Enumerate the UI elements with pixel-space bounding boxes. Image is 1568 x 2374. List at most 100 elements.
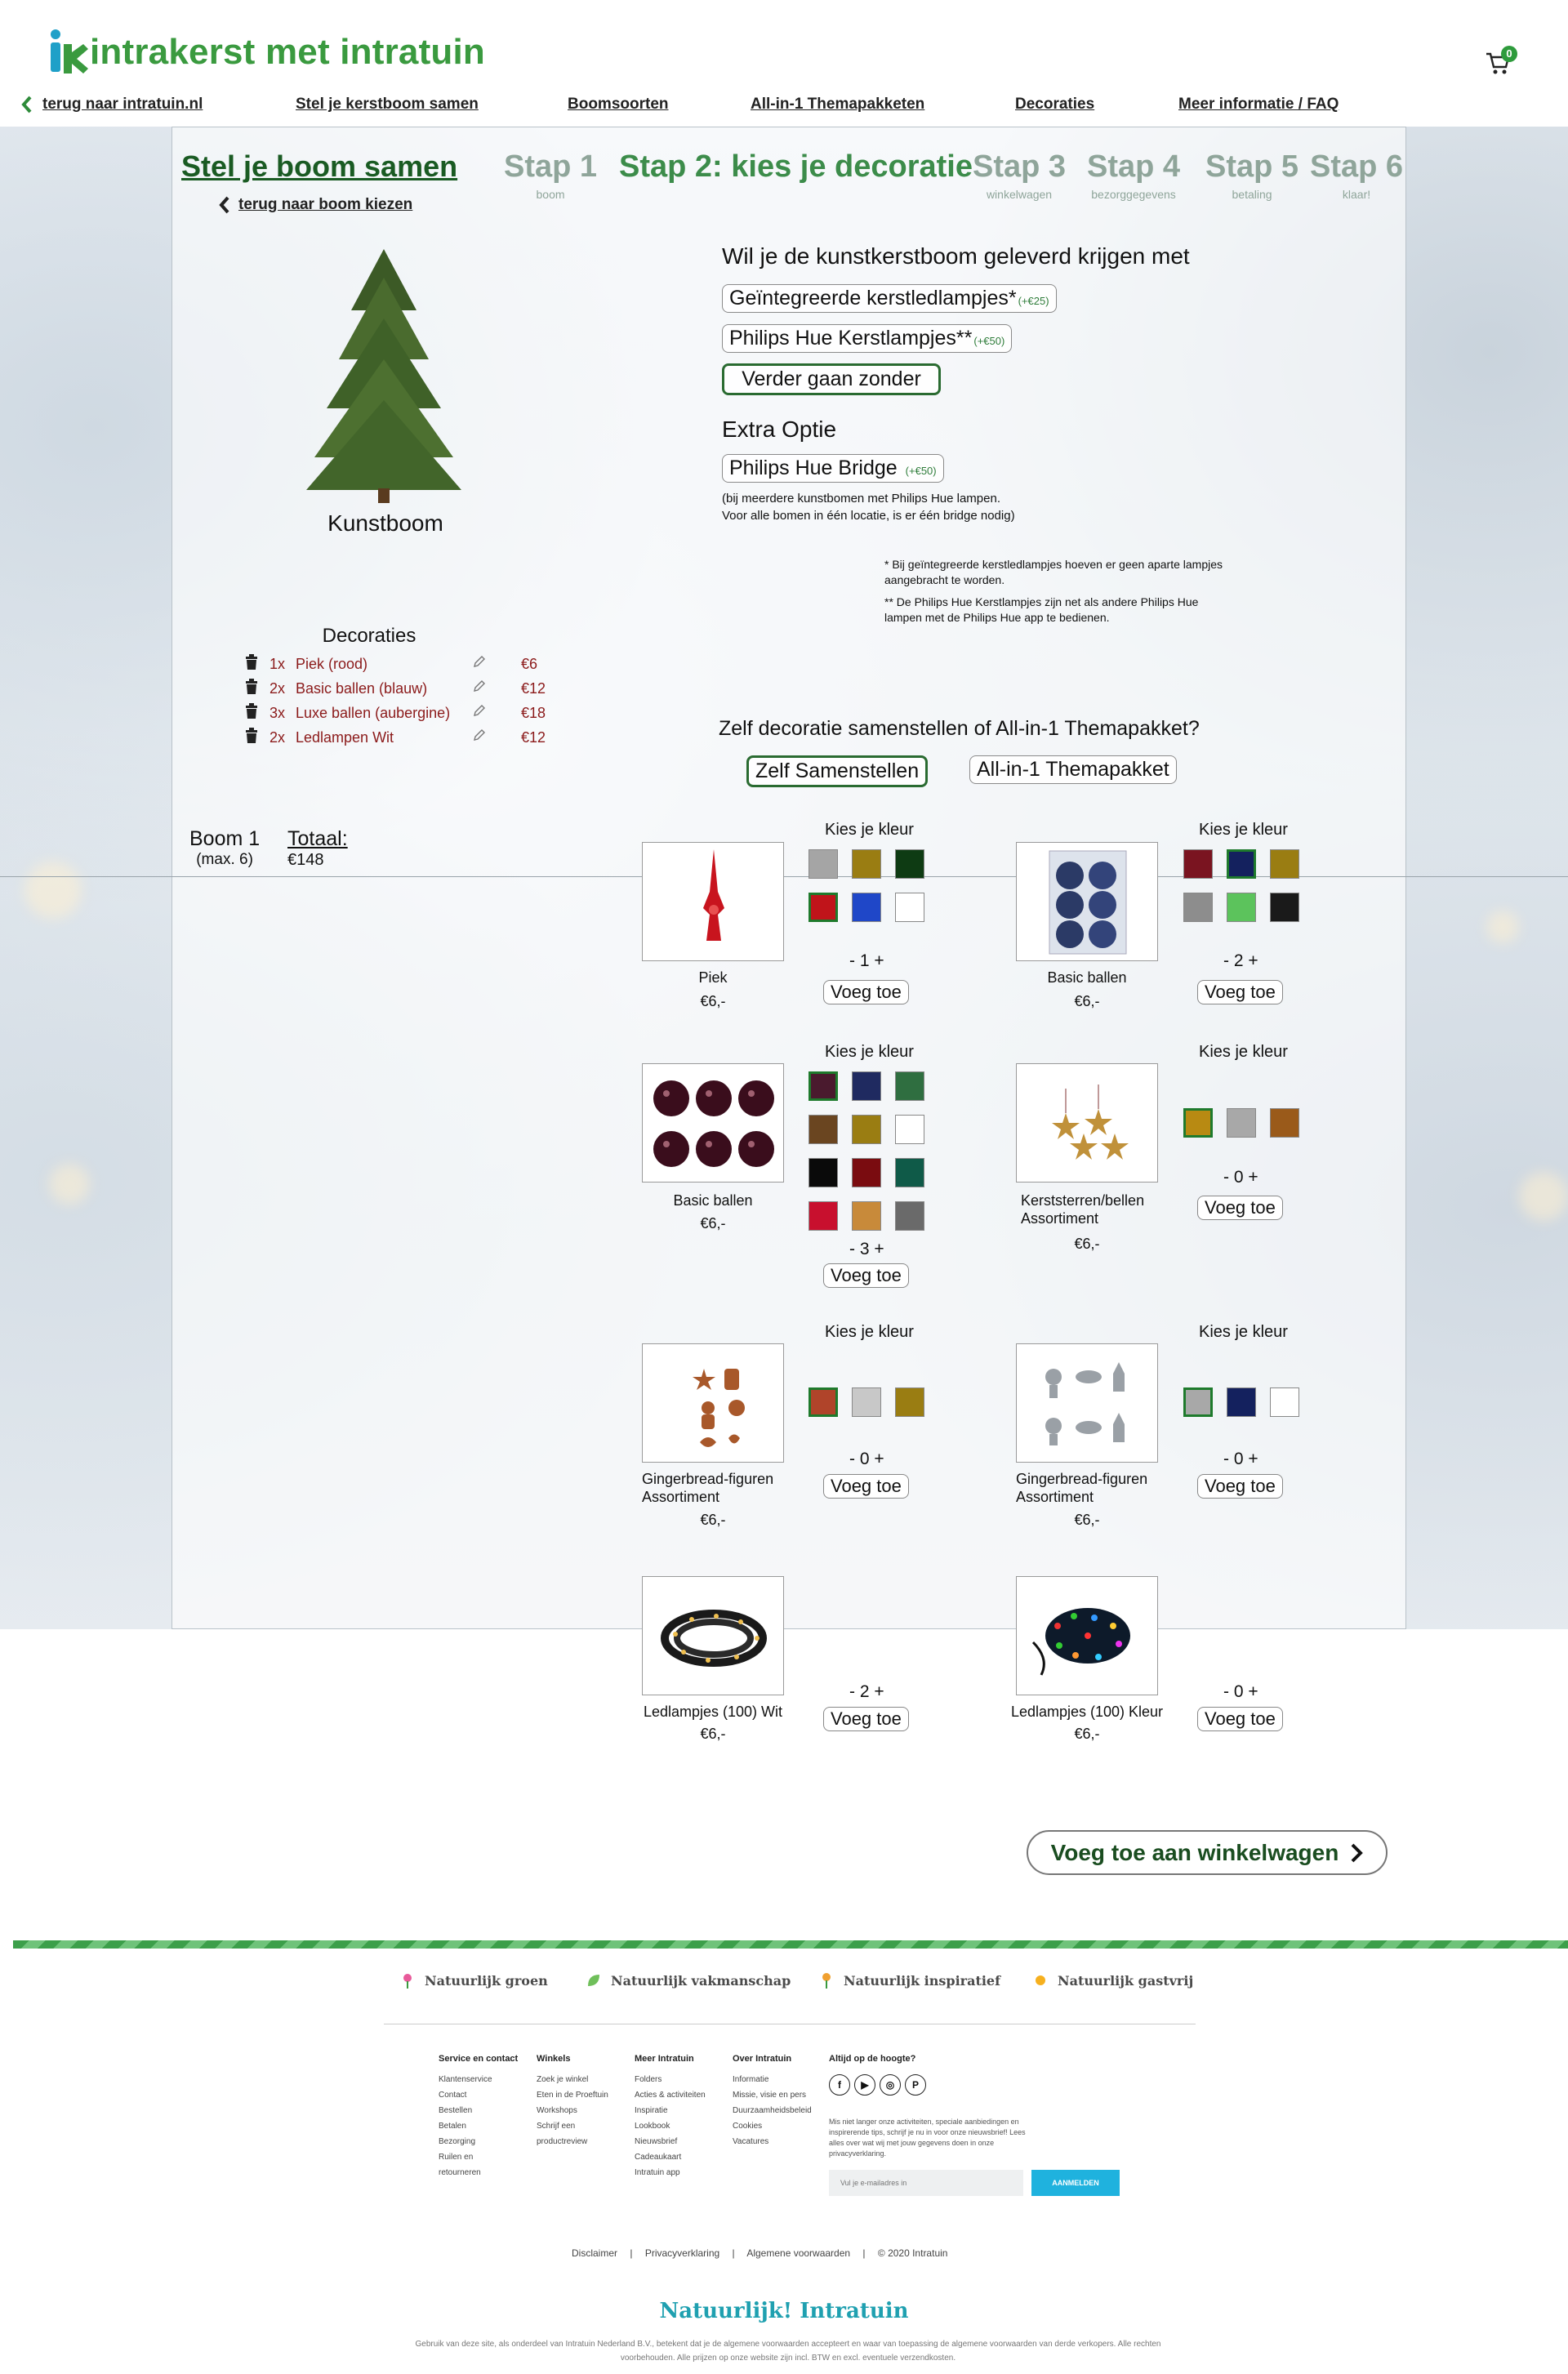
footer-link[interactable]: retourneren	[439, 2165, 518, 2180]
footer-link[interactable]: Vacatures	[733, 2134, 812, 2149]
color-swatch[interactable]	[852, 1115, 881, 1144]
quantity-stepper[interactable]: - 3 +	[849, 1240, 884, 1259]
add-button[interactable]: Voeg toe	[823, 1474, 909, 1499]
theme-package-button[interactable]: All-in-1 Themapakket	[969, 755, 1177, 784]
trash-icon[interactable]	[245, 679, 258, 699]
product-image-basic-ballen[interactable]	[1016, 842, 1158, 961]
add-button[interactable]: Voeg toe	[823, 1707, 909, 1731]
color-swatch[interactable]	[808, 1387, 838, 1417]
color-swatch[interactable]	[1227, 1387, 1256, 1417]
color-swatch[interactable]	[852, 1201, 881, 1231]
nav-faq[interactable]: Meer informatie / FAQ	[1178, 96, 1339, 114]
footer-link[interactable]: Inspiratie	[635, 2103, 706, 2118]
footer-link[interactable]: Workshops	[537, 2103, 608, 2118]
cart-button[interactable]: 0	[1485, 46, 1517, 78]
trash-icon[interactable]	[245, 728, 258, 748]
edit-pencil-icon[interactable]	[472, 679, 487, 697]
color-swatch[interactable]	[895, 1115, 924, 1144]
footer-link[interactable]: Eten in de Proeftuin	[537, 2087, 608, 2103]
color-swatch[interactable]	[895, 893, 924, 922]
product-image-kerststerren[interactable]	[1016, 1063, 1158, 1183]
hue-bridge-button[interactable]: Philips Hue Bridge (+€50)	[722, 454, 944, 483]
footer-link[interactable]: Cookies	[733, 2118, 812, 2134]
color-swatch[interactable]	[1270, 1108, 1299, 1138]
footer-link[interactable]: Lookbook	[635, 2118, 706, 2134]
quantity-stepper[interactable]: - 0 +	[849, 1450, 884, 1469]
footer-link[interactable]: Bezorging	[439, 2134, 518, 2149]
color-swatch[interactable]	[895, 1201, 924, 1231]
footer-link[interactable]: Zoek je winkel	[537, 2072, 608, 2087]
footer-link[interactable]: Bestellen	[439, 2103, 518, 2118]
color-swatch[interactable]	[852, 1071, 881, 1101]
footer-link[interactable]: Ruilen en	[439, 2149, 518, 2165]
nav-decoraties[interactable]: Decoraties	[1015, 96, 1094, 114]
color-swatch[interactable]	[808, 1201, 838, 1231]
footer-link[interactable]: Folders	[635, 2072, 706, 2087]
add-button[interactable]: Voeg toe	[1197, 1474, 1283, 1499]
edit-pencil-icon[interactable]	[472, 703, 487, 722]
quantity-stepper[interactable]: - 0 +	[1223, 1168, 1258, 1187]
trash-icon[interactable]	[245, 654, 258, 675]
color-swatch[interactable]	[1270, 1387, 1299, 1417]
color-swatch[interactable]	[1227, 893, 1256, 922]
color-swatch[interactable]	[1270, 849, 1299, 879]
product-image-piek[interactable]	[642, 842, 784, 961]
color-swatch[interactable]	[808, 1158, 838, 1187]
add-button[interactable]: Voeg toe	[823, 980, 909, 1004]
color-swatch[interactable]	[1270, 893, 1299, 922]
add-button[interactable]: Voeg toe	[1197, 980, 1283, 1004]
footer-link[interactable]: Missie, visie en pers	[733, 2087, 812, 2103]
quantity-stepper[interactable]: - 0 +	[1223, 1450, 1258, 1469]
legal-privacy-link[interactable]: Privacyverklaring	[645, 2247, 719, 2259]
product-image-gingerbread[interactable]	[642, 1343, 784, 1463]
color-swatch[interactable]	[1183, 1108, 1213, 1138]
edit-pencil-icon[interactable]	[472, 728, 487, 746]
product-image-silver-ornaments[interactable]	[1016, 1343, 1158, 1463]
edit-pencil-icon[interactable]	[472, 654, 487, 673]
footer-link[interactable]: Betalen	[439, 2118, 518, 2134]
quantity-stepper[interactable]: - 2 +	[1223, 951, 1258, 971]
footer-link[interactable]: Informatie	[733, 2072, 812, 2087]
legal-disclaimer-link[interactable]: Disclaimer	[572, 2247, 617, 2259]
color-swatch[interactable]	[895, 1387, 924, 1417]
color-swatch[interactable]	[1183, 893, 1213, 922]
newsletter-email-input[interactable]	[829, 2170, 1023, 2196]
color-swatch[interactable]	[808, 1115, 838, 1144]
color-swatch[interactable]	[852, 1387, 881, 1417]
logo[interactable]: intrakerst met intratuin	[47, 28, 485, 77]
step-1[interactable]: Stap 1 boom	[504, 149, 597, 201]
quantity-stepper[interactable]: - 1 +	[849, 951, 884, 971]
color-swatch[interactable]	[895, 1071, 924, 1101]
footer-link[interactable]: productreview	[537, 2134, 608, 2149]
color-swatch[interactable]	[895, 849, 924, 879]
instagram-icon[interactable]: ◎	[880, 2074, 901, 2096]
add-to-cart-button[interactable]: Voeg toe aan winkelwagen	[1027, 1830, 1388, 1875]
add-button[interactable]: Voeg toe	[823, 1263, 909, 1288]
product-image-basic-ballen-aubergine[interactable]	[642, 1063, 784, 1183]
footer-link[interactable]: Contact	[439, 2087, 518, 2103]
option-integrated-lights-button[interactable]: Geïntegreerde kerstledlampjes* (+€25)	[722, 284, 1057, 313]
pinterest-icon[interactable]: P	[905, 2074, 926, 2096]
color-swatch[interactable]	[852, 1158, 881, 1187]
footer-link[interactable]: Klantenservice	[439, 2072, 518, 2087]
back-to-intratuin-link[interactable]: terug naar intratuin.nl	[21, 96, 203, 114]
back-to-tree-link[interactable]: terug naar boom kiezen	[219, 196, 412, 214]
color-swatch[interactable]	[1227, 1108, 1256, 1138]
product-image-led-color[interactable]	[1016, 1576, 1158, 1695]
facebook-icon[interactable]: f	[829, 2074, 850, 2096]
newsletter-submit-button[interactable]: AANMELDEN	[1031, 2170, 1120, 2196]
option-continue-without-button[interactable]: Verder gaan zonder	[722, 363, 941, 395]
footer-link[interactable]: Cadeaukaart	[635, 2149, 706, 2165]
add-button[interactable]: Voeg toe	[1197, 1707, 1283, 1731]
color-swatch[interactable]	[808, 893, 838, 922]
color-swatch[interactable]	[852, 849, 881, 879]
color-swatch[interactable]	[1227, 849, 1256, 879]
color-swatch[interactable]	[808, 849, 838, 879]
legal-terms-link[interactable]: Algemene voorwaarden	[746, 2247, 850, 2259]
footer-link[interactable]: Nieuwsbrief	[635, 2134, 706, 2149]
color-swatch[interactable]	[852, 893, 881, 922]
footer-link[interactable]: Intratuin app	[635, 2165, 706, 2180]
nav-stel-je-kerstboom[interactable]: Stel je kerstboom samen	[296, 96, 479, 114]
self-compose-button[interactable]: Zelf Samenstellen	[746, 755, 929, 787]
nav-boomsoorten[interactable]: Boomsoorten	[568, 96, 669, 114]
